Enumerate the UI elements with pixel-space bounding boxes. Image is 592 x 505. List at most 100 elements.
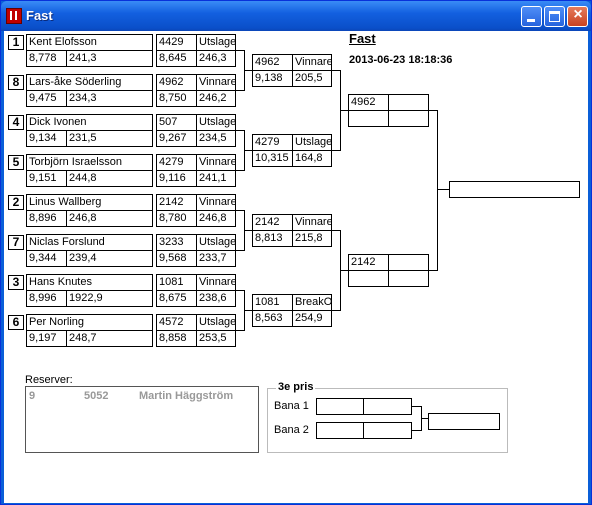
et-field[interactable]: 8,563	[252, 310, 293, 327]
player-name-field[interactable]: Lars-åke Söderling	[26, 74, 153, 91]
player-name-field[interactable]: Dick Ivonen	[26, 114, 153, 131]
mph-field[interactable]: 246,3	[196, 50, 236, 67]
result-status-field[interactable]: Vinnare	[196, 274, 236, 291]
speed-field[interactable]: 244,8	[66, 170, 153, 187]
speed-field[interactable]: 231,5	[66, 130, 153, 147]
car-id-field[interactable]: 2142	[252, 214, 293, 231]
minimize-button[interactable]	[521, 6, 542, 27]
reaction-time-field[interactable]: 9,134	[26, 130, 67, 147]
bracket-area: Fast 2013-06-23 18:18:36 Reserver: 9 505…	[4, 31, 588, 503]
car-id-field[interactable]: 4279	[156, 154, 197, 171]
maximize-button[interactable]	[544, 6, 565, 27]
reaction-time-field[interactable]: 9,344	[26, 250, 67, 267]
et-field[interactable]: 8,858	[156, 330, 197, 347]
result-status-field[interactable]: Utslagen	[196, 34, 236, 51]
car-id-field[interactable]: 4279	[252, 134, 293, 151]
player-name-field[interactable]: Linus Wallberg	[26, 194, 153, 211]
car-id-field[interactable]: 4429	[156, 34, 197, 51]
et-field[interactable]: 9,138	[252, 70, 293, 87]
result-status-field[interactable]: Utslagen	[292, 134, 332, 151]
reserves-list[interactable]: 9 5052 Martin Häggström	[25, 386, 259, 453]
et-field[interactable]: 9,116	[156, 170, 197, 187]
car-id-field[interactable]: 1081	[156, 274, 197, 291]
result-status-field[interactable]: Utslagen	[196, 114, 236, 131]
result-status-field[interactable]	[388, 254, 429, 271]
reaction-time-field[interactable]: 8,896	[26, 210, 67, 227]
car-id-field[interactable]: 507	[156, 114, 197, 131]
car-id-field[interactable]: 2142	[348, 254, 389, 271]
reaction-time-field[interactable]: 8,778	[26, 50, 67, 67]
player-name-field[interactable]: Kent Elofsson	[26, 34, 153, 51]
car-id-field[interactable]: 1081	[252, 294, 293, 311]
third-place-winner-field[interactable]	[428, 413, 500, 430]
reserve-id: 5052	[84, 390, 109, 402]
speed-field[interactable]: 234,3	[66, 90, 153, 107]
mph-field[interactable]	[388, 270, 429, 287]
bracket-line	[332, 230, 340, 231]
mph-field[interactable]: 215,8	[292, 230, 332, 247]
mph-field[interactable]: 246,8	[196, 210, 236, 227]
car-id-field[interactable]: 3233	[156, 234, 197, 251]
car-id-field[interactable]: 4962	[348, 94, 389, 111]
mph-field[interactable]: 234,5	[196, 130, 236, 147]
result-status-field[interactable]: Vinnare	[292, 54, 332, 71]
speed-field[interactable]: 239,4	[66, 250, 153, 267]
bana1-result-field[interactable]	[363, 398, 412, 415]
bracket-line	[429, 270, 437, 271]
seed-number: 5	[8, 155, 24, 170]
speed-field[interactable]: 246,8	[66, 210, 153, 227]
bana1-car-field[interactable]	[316, 398, 364, 415]
reaction-time-field[interactable]: 9,151	[26, 170, 67, 187]
bana2-result-field[interactable]	[363, 422, 412, 439]
mph-field[interactable]: 238,6	[196, 290, 236, 307]
mph-field[interactable]	[388, 110, 429, 127]
seed-number: 3	[8, 275, 24, 290]
reserves-label: Reserver:	[25, 374, 73, 386]
et-field[interactable]	[348, 110, 389, 127]
mph-field[interactable]: 233,7	[196, 250, 236, 267]
et-field[interactable]	[348, 270, 389, 287]
mph-field[interactable]: 241,1	[196, 170, 236, 187]
bracket-line	[244, 150, 252, 151]
reaction-time-field[interactable]: 8,996	[26, 290, 67, 307]
player-name-field[interactable]: Hans Knutes	[26, 274, 153, 291]
speed-field[interactable]: 241,3	[66, 50, 153, 67]
mph-field[interactable]: 246,2	[196, 90, 236, 107]
bracket-line	[236, 250, 244, 251]
speed-field[interactable]: 1922,9	[66, 290, 153, 307]
mph-field[interactable]: 164,8	[292, 150, 332, 167]
et-field[interactable]: 8,645	[156, 50, 197, 67]
result-status-field[interactable]: Vinnare	[292, 214, 332, 231]
result-status-field[interactable]: Vinnare	[196, 74, 236, 91]
et-field[interactable]: 8,675	[156, 290, 197, 307]
mph-field[interactable]: 254,9	[292, 310, 332, 327]
result-status-field[interactable]	[388, 94, 429, 111]
car-id-field[interactable]: 2142	[156, 194, 197, 211]
player-name-field[interactable]: Torbjörn Israelsson	[26, 154, 153, 171]
close-button[interactable]: ×	[567, 6, 588, 27]
et-field[interactable]: 8,750	[156, 90, 197, 107]
et-field[interactable]: 10,315	[252, 150, 293, 167]
title-bar[interactable]: Fast ×	[1, 1, 591, 31]
et-field[interactable]: 8,813	[252, 230, 293, 247]
result-status-field[interactable]: Vinnare	[196, 154, 236, 171]
et-field[interactable]: 8,780	[156, 210, 197, 227]
reaction-time-field[interactable]: 9,475	[26, 90, 67, 107]
car-id-field[interactable]: 4962	[156, 74, 197, 91]
result-status-field[interactable]: BreakOut	[292, 294, 332, 311]
mph-field[interactable]: 253,5	[196, 330, 236, 347]
bana2-car-field[interactable]	[316, 422, 364, 439]
final-winner-field[interactable]	[449, 181, 580, 198]
player-name-field[interactable]: Niclas Forslund	[26, 234, 153, 251]
et-field[interactable]: 9,568	[156, 250, 197, 267]
car-id-field[interactable]: 4572	[156, 314, 197, 331]
car-id-field[interactable]: 4962	[252, 54, 293, 71]
result-status-field[interactable]: Utslagen	[196, 234, 236, 251]
et-field[interactable]: 9,267	[156, 130, 197, 147]
reaction-time-field[interactable]: 9,197	[26, 330, 67, 347]
player-name-field[interactable]: Per Norling	[26, 314, 153, 331]
mph-field[interactable]: 205,5	[292, 70, 332, 87]
result-status-field[interactable]: Utslagen	[196, 314, 236, 331]
result-status-field[interactable]: Vinnare	[196, 194, 236, 211]
speed-field[interactable]: 248,7	[66, 330, 153, 347]
